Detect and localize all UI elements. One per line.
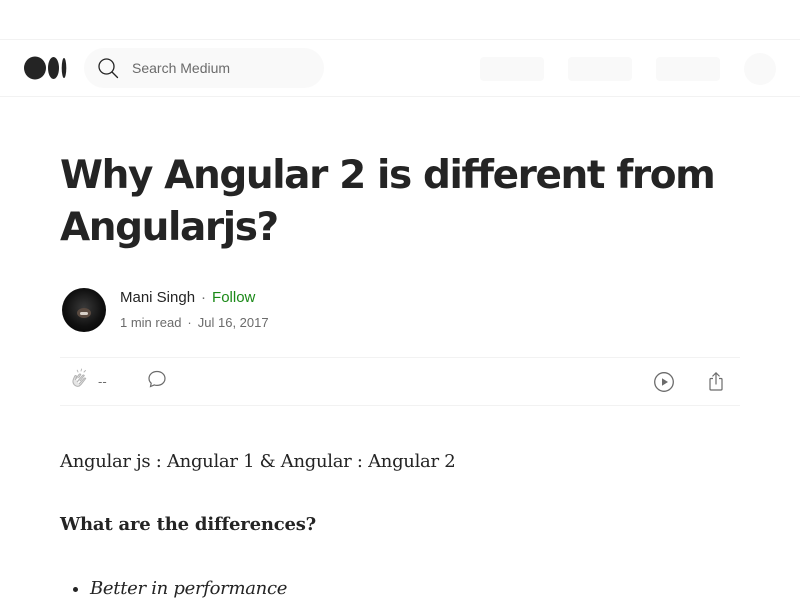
action-bar: -- — [60, 357, 740, 406]
top-spacer — [0, 0, 800, 40]
author-row: Mani Singh · Follow 1 min read · Jul 16,… — [60, 287, 740, 333]
nav-avatar-placeholder[interactable] — [744, 53, 776, 85]
share-icon — [704, 370, 728, 399]
paragraph: Angular js : Angular 1 & Angular : Angul… — [60, 451, 456, 472]
nav-placeholder-1 — [480, 57, 544, 81]
search-bar[interactable] — [84, 48, 324, 88]
clap-count: -- — [98, 374, 107, 389]
publish-date: Jul 16, 2017 — [197, 315, 269, 330]
search-icon — [96, 56, 120, 80]
nav-placeholder-3 — [656, 57, 720, 81]
author-line: Mani Singh · Follow — [120, 287, 269, 309]
search-input[interactable] — [130, 59, 300, 77]
author-info: Mani Singh · Follow 1 min read · Jul 16,… — [120, 287, 269, 333]
author-name[interactable]: Mani Singh — [120, 287, 195, 309]
author-avatar[interactable] — [62, 288, 106, 332]
bullet-list: Better in performance — [60, 575, 740, 603]
right-actions — [652, 370, 728, 399]
comment-icon — [145, 367, 169, 396]
navbar — [0, 40, 800, 97]
clap-icon — [68, 367, 92, 396]
article: Why Angular 2 is different from Angularj… — [60, 98, 740, 603]
nav-placeholder-2 — [568, 57, 632, 81]
listen-button[interactable] — [652, 370, 676, 399]
play-icon — [652, 370, 676, 399]
comment-button[interactable] — [145, 367, 169, 396]
list-item: Better in performance — [90, 575, 740, 603]
separator-dot: · — [187, 315, 192, 330]
clap-button[interactable]: -- — [68, 367, 107, 396]
medium-logo[interactable] — [24, 56, 68, 80]
separator-dot: · — [201, 289, 207, 306]
share-button[interactable] — [704, 370, 728, 399]
meta-line: 1 min read · Jul 16, 2017 — [120, 313, 269, 333]
follow-button[interactable]: Follow — [212, 287, 255, 309]
avatar-mask — [80, 312, 88, 315]
read-time: 1 min read — [120, 315, 182, 330]
section-heading: What are the differences? — [60, 514, 317, 535]
article-title: Why Angular 2 is different from Angularj… — [60, 153, 716, 250]
